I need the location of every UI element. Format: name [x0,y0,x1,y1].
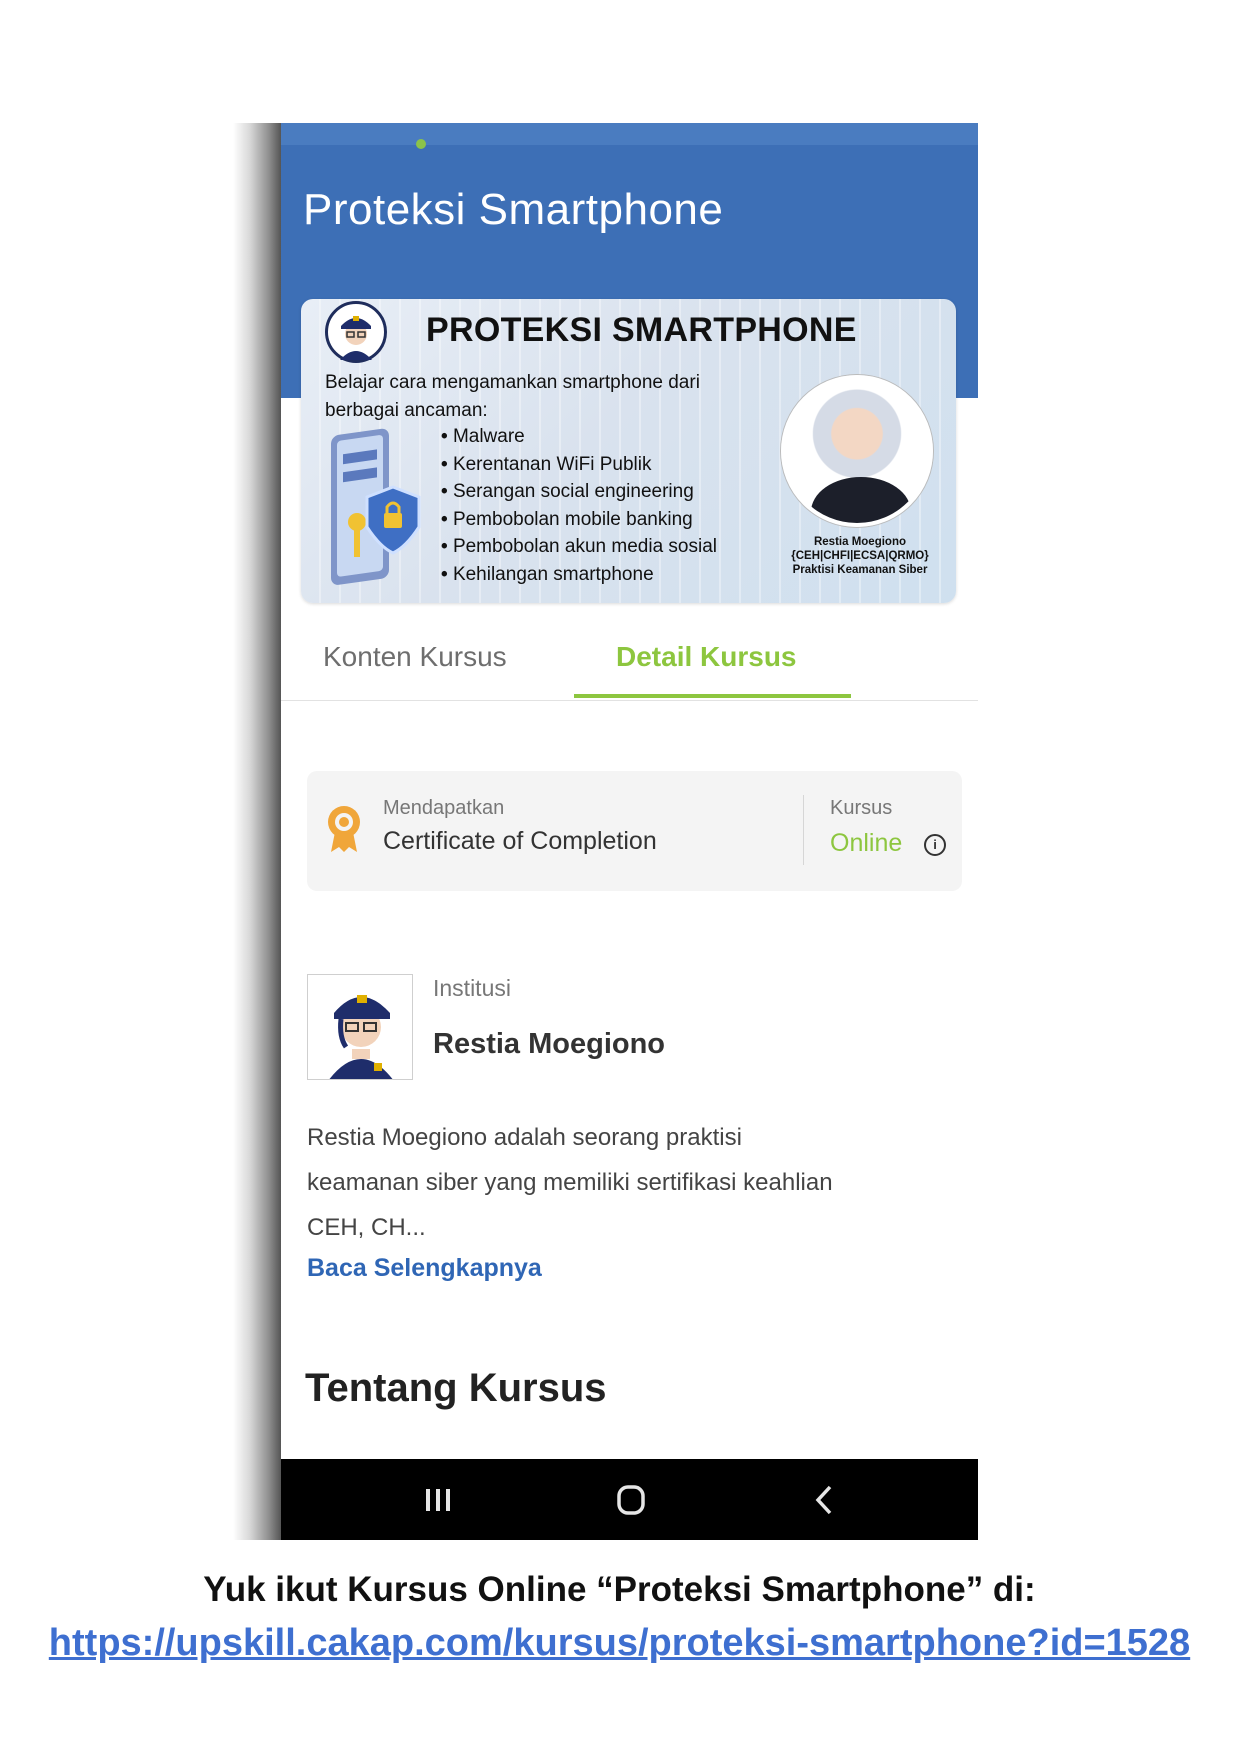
home-icon[interactable] [611,1483,651,1517]
speaker-photo-body [811,477,911,523]
threat-list: Malware Kerentanan WiFi Publik Serangan … [441,423,717,588]
recents-icon[interactable] [418,1483,458,1517]
earn-label: Mendapatkan [383,797,505,819]
back-icon[interactable] [804,1483,844,1517]
institution-avatar [307,974,413,1080]
banner-title: PROTEKSI SMARTPHONE [426,311,857,349]
speaker-name: Restia Moegiono [813,536,906,548]
institution-name: Restia Moegiono [433,1028,666,1060]
speaker-certs: {CEH|CHFI|ECSA|QRMO} [791,550,929,562]
threat-item: Serangan social engineering [441,478,717,506]
about-course-heading: Tentang Kursus [305,1366,607,1410]
tab-course-content[interactable]: Konten Kursus [323,641,507,673]
smartphone-lock-illustration-icon [323,427,433,597]
phone-screen: Proteksi Smartphone PROTEKSI SMARTPHONE … [281,123,978,1540]
speaker-caption: Restia Moegiono {CEH|CHFI|ECSA|QRMO} Pra… [779,535,941,577]
cta-text: Yuk ikut Kursus Online “Proteksi Smartph… [203,1570,1036,1609]
status-indicator-icon [416,139,426,149]
course-url-link[interactable]: https://upskill.cakap.com/kursus/proteks… [0,1622,1239,1665]
threat-item: Pembobolan mobile banking [441,506,717,534]
certificate-name: Certificate of Completion [383,827,657,855]
course-mode-value: Online [830,829,903,857]
mascot-logo-icon [325,301,387,363]
course-mode-label: Kursus [830,797,893,819]
course-banner: PROTEKSI SMARTPHONE Belajar cara mengama… [301,299,956,603]
read-more-link[interactable]: Baca Selengkapnya [307,1254,542,1283]
phone-frame-shadow [233,123,281,1540]
course-tabs: Konten Kursus Detail Kursus [281,621,978,701]
speaker-photo [781,375,933,527]
threat-item: Kehilangan smartphone [441,561,717,589]
speaker-role: Praktisi Keamanan Siber [792,564,928,576]
institution-description: Restia Moegiono adalah seorang praktisi … [307,1124,833,1241]
institution-label: Institusi [433,975,511,1001]
active-tab-indicator [574,694,851,698]
info-icon[interactable]: i [924,834,946,856]
page-title: Proteksi Smartphone [303,185,724,234]
tab-course-detail[interactable]: Detail Kursus [616,641,797,673]
android-navigation-bar [281,1459,978,1540]
course-info-card: Mendapatkan Certificate of Completion Ku… [307,771,962,891]
banner-intro: Belajar cara mengamankan smartphone dari… [325,372,700,421]
certificate-badge-icon [323,802,365,854]
threat-item: Malware [441,423,717,451]
threat-item: Kerentanan WiFi Publik [441,451,717,479]
status-bar [281,123,978,149]
threat-item: Pembobolan akun media sosial [441,533,717,561]
card-divider [803,795,804,865]
